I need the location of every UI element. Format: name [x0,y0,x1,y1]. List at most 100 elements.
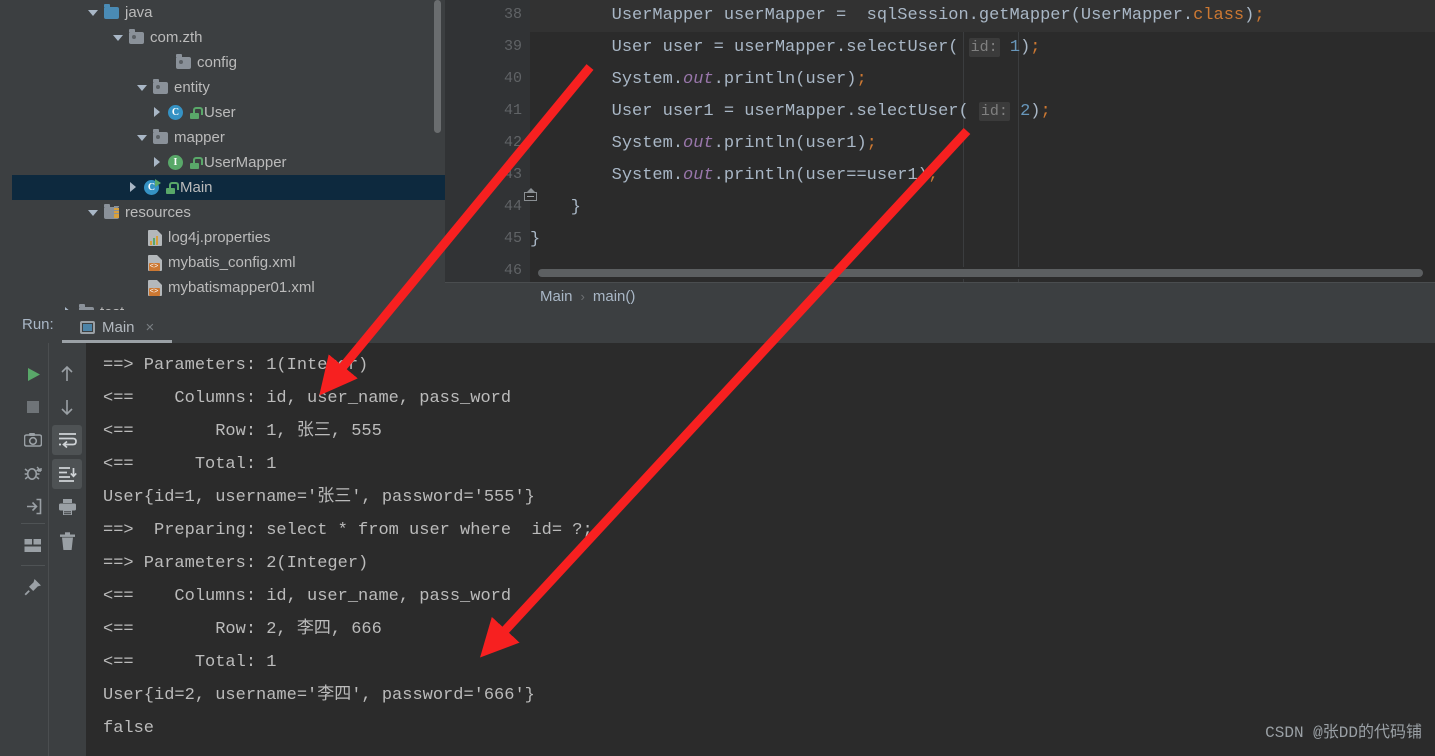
code-line[interactable]: User user = userMapper.selectUser( id: 1… [530,32,1041,64]
tree-item-label: log4j.properties [168,229,271,246]
chevron-down-icon[interactable] [88,207,100,219]
run-tool-window: Run: Main × 7: Structure 2: Favorites [0,310,1435,756]
screenshot-button[interactable] [19,426,47,454]
debug-button[interactable] [19,459,47,487]
wrap-icon [58,432,77,448]
console-line: <== Columns: id, user_name, pass_word [103,587,512,606]
tree-item-java[interactable]: java [12,0,445,25]
left-tool-strip: 7: Structure 2: Favorites [0,343,18,756]
code-token: .println(user==user1) [713,166,928,185]
tree-item-mapper[interactable]: mapper [12,125,445,150]
breadcrumb[interactable]: Main › main() [445,282,1435,310]
code-editor[interactable]: 38 39 40 41 42 43 44 45 46 UserMapper userMapper… [445,0,1435,310]
top-area: java com.zth config entity C User mapper I UserM… [0,0,1435,310]
layout-button[interactable] [19,531,47,559]
package-folder-icon [129,28,144,44]
soft-wrap-button[interactable] [52,425,82,455]
scroll-end-icon [58,466,77,482]
tree-item-main[interactable]: C Main [12,175,445,200]
up-button[interactable] [53,360,81,388]
toolbar-divider [21,565,45,566]
code-line[interactable]: User user1 = userMapper.selectUser( id: … [530,96,1051,128]
chevron-down-icon[interactable] [137,132,149,144]
tree-item-label: mybatis_config.xml [168,254,296,271]
stop-button[interactable] [19,393,47,421]
tree-item-com-zth[interactable]: com.zth [12,25,445,50]
code-line[interactable]: System.out.println(user==user1); [530,160,938,192]
chevron-down-icon[interactable] [113,32,125,44]
watermark: CSDN @张DD的代码铺 [1265,724,1422,742]
chevron-down-icon[interactable] [88,7,100,19]
tree-item-mybatis-config-xml[interactable]: <> mybatis_config.xml [12,250,445,275]
tree-item-label: User [204,104,236,121]
bug-icon [24,466,42,480]
tree-item-mybatismapper01-xml[interactable]: <> mybatismapper01.xml [12,275,445,300]
run-label: Run: [22,316,54,333]
code-token: ; [1030,38,1041,57]
console-line: false [103,719,155,738]
pin-button[interactable] [19,573,47,601]
code-line[interactable]: UserMapper userMapper = sqlSession.getMa… [530,0,1435,32]
code-token: ; [1040,102,1051,121]
line-number: 46 [503,262,522,279]
scroll-to-end-button[interactable] [52,459,82,489]
chevron-right-icon[interactable] [152,106,164,119]
line-number: 45 [503,230,522,247]
console-line: User{id=1, username='张三', password='555'… [103,488,535,507]
console-icon [80,320,95,334]
parameter-hint: id: [968,38,1000,57]
console-line: <== Row: 2, 李四, 666 [103,620,382,639]
rerun-button[interactable] [19,360,47,388]
chevron-right-icon[interactable] [152,156,164,169]
breadcrumb-method[interactable]: main() [593,288,636,305]
line-number: 40 [503,70,522,87]
parameter-hint: id: [978,102,1010,121]
clear-all-button[interactable] [53,527,81,555]
print-button[interactable] [53,493,81,521]
package-folder-icon [176,53,191,69]
tree-item-usermapper[interactable]: I UserMapper [12,150,445,175]
console-output[interactable]: ==> Parameters: 1(Integer) <== Columns: i… [86,343,1435,756]
left-tool-strip-top [0,0,12,310]
tree-item-log4j-properties[interactable]: log4j.properties [12,225,445,250]
tree-item-resources[interactable]: resources [12,200,445,225]
java-interface-icon: I [168,155,183,170]
run-tab-main[interactable]: Main × [72,312,162,342]
export-button[interactable] [19,492,47,520]
tree-item-label: com.zth [150,29,203,46]
code-token: .println(user) [713,70,857,89]
tree-item-entity[interactable]: entity [12,75,445,100]
code-token: ) [1020,38,1031,57]
arrow-up-icon [61,365,73,381]
code-line[interactable]: } [530,224,540,256]
tree-item-user[interactable]: C User [12,100,445,125]
down-button[interactable] [53,393,81,421]
console-line: <== Total: 1 [103,455,277,474]
layout-icon [24,538,41,552]
console-line: <== Total: 1 [103,653,277,672]
close-icon[interactable]: × [146,319,155,336]
tree-item-config[interactable]: config [12,50,445,75]
code-line[interactable]: System.out.println(user1); [530,128,877,160]
code-token: System. [530,166,684,185]
run-toolbar-secondary [48,343,86,756]
code-token: out [683,166,714,185]
breadcrumb-class[interactable]: Main [540,288,573,305]
editor-hscrollbar-thumb[interactable] [538,269,1423,277]
package-folder-icon [153,78,168,94]
public-visibility-icon [189,106,203,119]
chevron-down-icon[interactable] [137,82,149,94]
project-tree-scrollbar[interactable] [434,0,441,133]
code-line[interactable]: } [530,192,581,224]
code-token: out [683,134,714,153]
project-tree-panel[interactable]: java com.zth config entity C User mapper I UserM… [12,0,445,310]
editor-gutter[interactable]: 38 39 40 41 42 43 44 45 46 [445,0,537,282]
chevron-right-icon[interactable] [128,181,140,194]
code-line[interactable]: System.out.println(user); [530,64,867,96]
tree-item-test[interactable]: test [12,300,445,310]
code-text[interactable]: UserMapper userMapper = sqlSession.getMa… [530,0,1435,282]
xml-file-icon: <> [147,279,162,296]
code-token: System. [530,70,684,89]
